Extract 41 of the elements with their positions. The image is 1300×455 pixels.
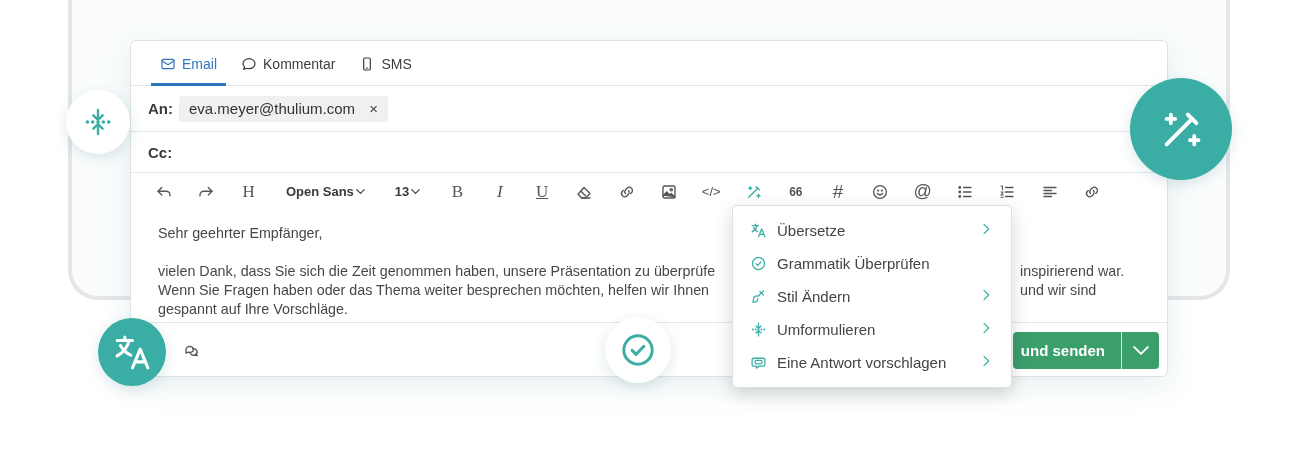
send-options-button[interactable] xyxy=(1121,332,1159,369)
menu-item[interactable]: Grammatik Überprüfen xyxy=(733,247,1011,280)
italic-button[interactable]: I xyxy=(478,176,521,207)
translate-icon xyxy=(750,222,767,239)
chevron-down-icon xyxy=(411,189,421,194)
remove-button[interactable]: × xyxy=(369,100,378,117)
menu-item[interactable]: Übersetze xyxy=(733,214,1011,247)
to-label: An: xyxy=(148,100,173,117)
body-text: gespannt auf Ihre Vorschläge. xyxy=(158,300,348,319)
hashtag-button[interactable]: # xyxy=(816,176,860,207)
chevron-down-icon xyxy=(1132,346,1149,355)
cc-label: Cc: xyxy=(148,143,173,161)
greeting-text: Sehr geehrter Empfänger, xyxy=(158,224,323,243)
image-icon[interactable] xyxy=(659,182,678,201)
tab[interactable]: SMS xyxy=(350,41,421,86)
underline-button[interactable]: U xyxy=(520,176,564,207)
numbered-list-icon[interactable] xyxy=(998,182,1017,201)
paintbrush-icon xyxy=(750,288,767,305)
translate-button[interactable] xyxy=(98,318,166,386)
font-size-select[interactable]: 13 xyxy=(394,176,421,207)
quote-button[interactable]: 66 xyxy=(774,176,817,207)
menu-item[interactable]: Eine Antwort vorschlagen xyxy=(733,346,1011,379)
compress-icon xyxy=(750,321,767,338)
menu-item[interactable]: Stil Ändern xyxy=(733,280,1011,313)
font-select[interactable]: Open Sans xyxy=(285,176,365,207)
bold-button[interactable]: B xyxy=(436,176,479,207)
smiley-icon[interactable] xyxy=(871,182,890,201)
body-text: inspirierend war. xyxy=(1020,262,1125,281)
mention-button[interactable]: @ xyxy=(901,176,944,207)
menu-item[interactable]: Umformulieren xyxy=(733,313,1011,346)
check-circle-icon xyxy=(750,255,767,272)
body-text: und wir sind xyxy=(1020,281,1097,300)
tab[interactable]: Kommentar xyxy=(232,41,345,86)
code-button[interactable]: </> xyxy=(690,176,733,207)
body-text: vielen Dank, dass Sie sich die Zeit genommen haben, unsere Präsentation zu überprüfe xyxy=(158,262,716,281)
body-text: Wenn Sie Fragen haben oder das Thema weiter besprechen möchten, helfen wir Ihnen xyxy=(158,281,710,300)
heading-button[interactable]: H xyxy=(227,176,270,207)
email-address: eva.meyer@thulium.com xyxy=(189,100,356,117)
tab[interactable]: Email xyxy=(151,41,226,86)
speech-bubble-icon xyxy=(241,55,257,72)
chevron-down-icon xyxy=(355,189,365,194)
